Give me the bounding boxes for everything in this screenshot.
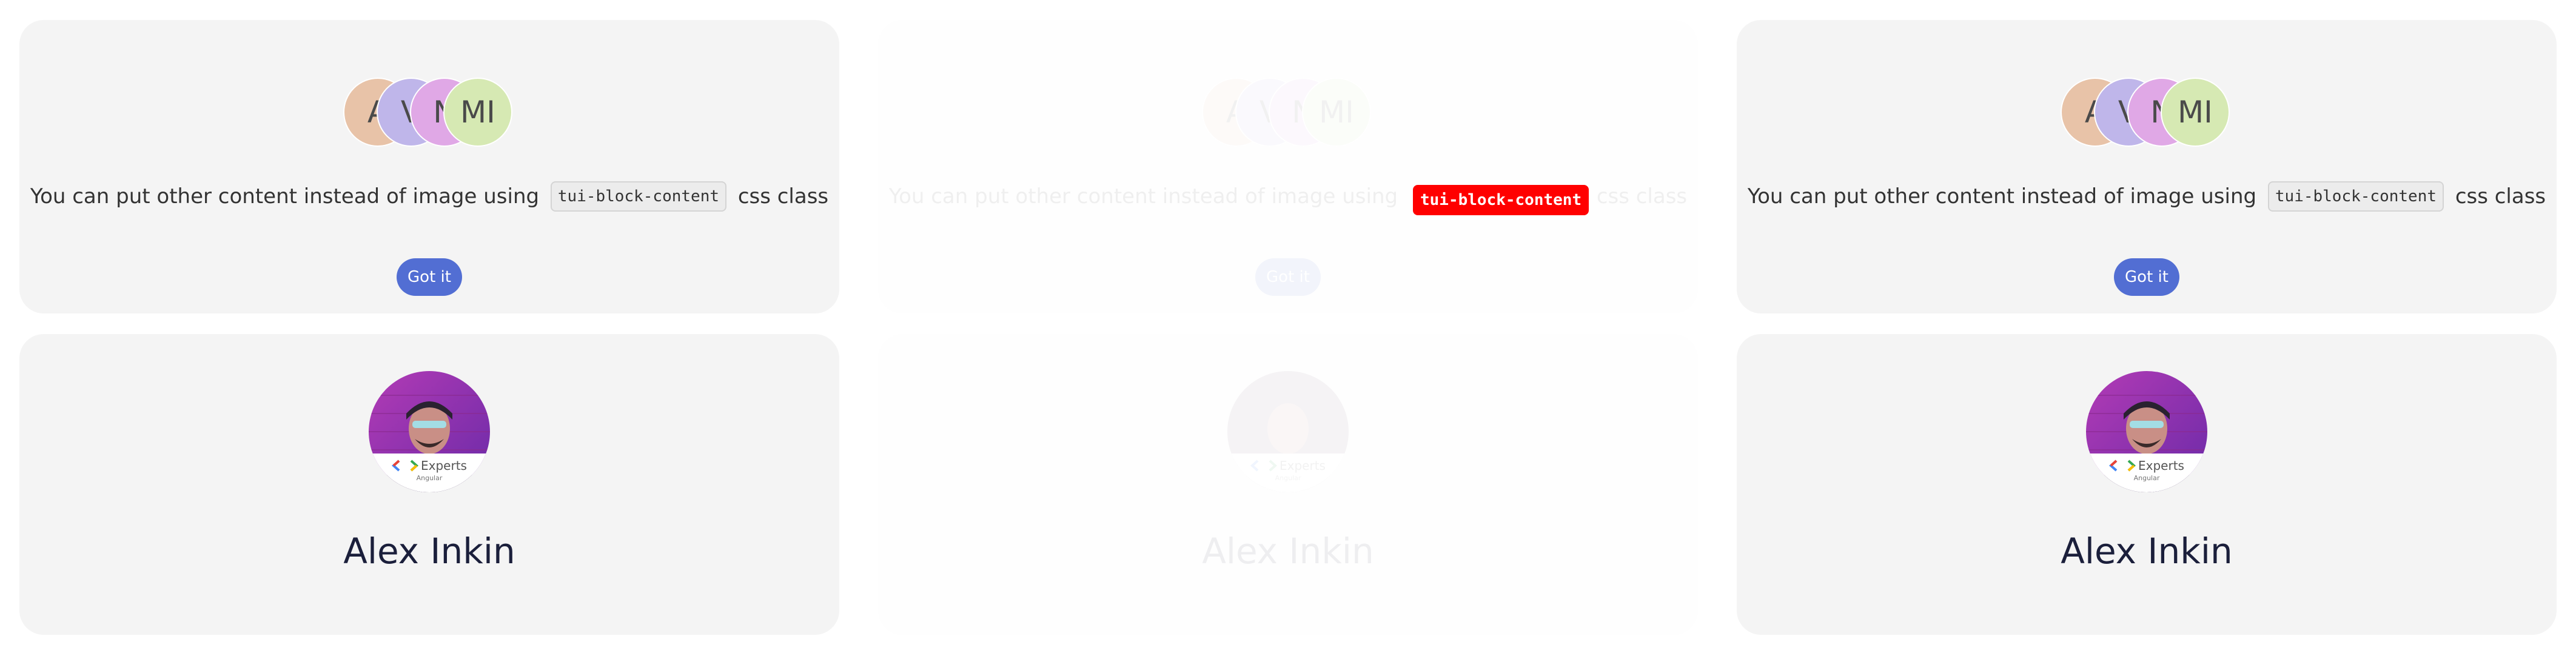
badge-subtitle: Angular: [2133, 474, 2160, 482]
hint-text-after: css class: [2455, 184, 2546, 209]
highlighted-code-snippet: tui-block-content: [1413, 185, 1589, 215]
person-name: Alex Inkin: [2061, 530, 2233, 572]
example-column-1: A V N MI You can put other content inste…: [0, 0, 859, 656]
profile-avatar: Experts Angular: [1227, 371, 1349, 492]
got-it-button[interactable]: Got it: [2114, 258, 2179, 296]
profile-card: Experts Angular Alex Inkin: [1737, 334, 2557, 635]
profile-avatar: Experts Angular: [369, 371, 490, 492]
example-column-3: A V N MI You can put other content inste…: [1717, 0, 2576, 656]
gde-logo-icon: [1250, 460, 1278, 472]
gde-logo-icon: [2109, 460, 2136, 472]
code-snippet: tui-block-content: [550, 181, 726, 212]
experts-badge: Experts Angular: [2086, 454, 2207, 492]
avatar-stack-card: A V N MI You can put other content inste…: [1737, 20, 2557, 313]
avatar-stack-card: A V N MI You can put other content inste…: [19, 20, 839, 313]
example-column-2: A V N MI You can put other content inste…: [859, 0, 1717, 656]
hint-message: You can put other content instead of ima…: [19, 181, 839, 212]
badge-title: Experts: [2138, 458, 2184, 473]
experts-badge: Experts Angular: [369, 454, 490, 492]
profile-avatar: Experts Angular: [2086, 371, 2207, 492]
hint-text-after: css class: [737, 184, 829, 209]
hint-text-before: You can put other content instead of ima…: [30, 184, 540, 209]
gde-logo-icon: [392, 460, 419, 472]
code-snippet: tui-block-content: [2267, 181, 2444, 212]
avatar: MI: [2161, 78, 2230, 147]
highlight-layer: tui-block-content: [878, 20, 1698, 313]
avatar: MI: [443, 78, 512, 147]
badge-subtitle: Angular: [1275, 474, 1301, 482]
profile-card: Experts Angular Alex Inkin: [878, 334, 1698, 635]
badge-title: Experts: [1280, 458, 1326, 473]
got-it-button[interactable]: Got it: [397, 258, 462, 296]
experts-badge: Experts Angular: [1227, 454, 1349, 492]
person-name: Alex Inkin: [343, 530, 515, 572]
badge-title: Experts: [421, 458, 467, 473]
person-name: Alex Inkin: [1202, 530, 1374, 572]
hint-message: You can put other content instead of ima…: [1737, 181, 2557, 212]
profile-card: Experts Angular Alex Inkin: [19, 334, 839, 635]
hint-text-before: You can put other content instead of ima…: [1747, 184, 2257, 209]
badge-subtitle: Angular: [416, 474, 443, 482]
